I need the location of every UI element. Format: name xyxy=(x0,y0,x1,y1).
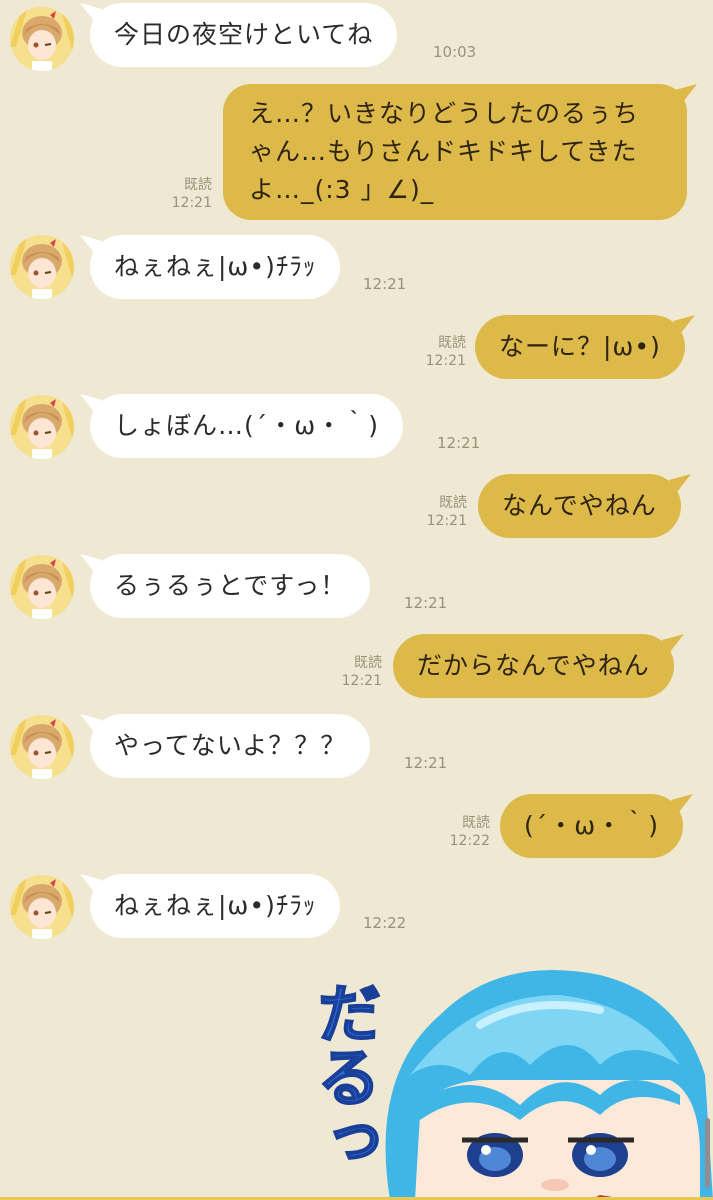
read-receipt: 既読 xyxy=(354,655,382,671)
message-time: 12:21 xyxy=(171,195,212,211)
incoming-message[interactable]: しょぼん…(´・ω・｀) xyxy=(80,394,403,458)
message-text: やってないよ？？？ xyxy=(114,731,347,760)
message-text: ねぇねぇ|ω•)ﾁﾗｯ xyxy=(114,891,317,920)
contact-avatar[interactable] xyxy=(10,7,74,71)
chat-area: 今日の夜空けといてね 10:03 既読 12:21 え…？いきなりどうしたのるぅ… xyxy=(0,0,713,1200)
message-text: るぅるぅとですっ！ xyxy=(114,571,347,600)
sticker-image[interactable]: だるっ xyxy=(300,955,713,1200)
bubble-tail-icon xyxy=(80,3,102,21)
outgoing-message[interactable]: だからなんでやねん xyxy=(393,634,684,698)
message-text: ねぇねぇ|ω•)ﾁﾗｯ xyxy=(114,252,317,281)
bubble-tail-icon xyxy=(675,84,697,102)
bubble-tail-icon xyxy=(661,634,684,652)
bubble-tail-icon xyxy=(80,874,102,892)
message-time: 12:21 xyxy=(341,673,382,689)
message-time: 12:22 xyxy=(449,833,490,849)
bubble-tail-icon xyxy=(80,714,102,732)
message-time: 12:21 xyxy=(425,353,466,369)
message-meta: 既読 12:22 xyxy=(428,814,490,850)
message-time: 12:21 xyxy=(363,275,407,293)
bubble-tail-icon xyxy=(80,235,102,253)
incoming-message[interactable]: やってないよ？？？ xyxy=(80,714,371,778)
message-time: 12:22 xyxy=(363,914,407,932)
bubble-tail-icon xyxy=(80,554,102,572)
contact-avatar[interactable] xyxy=(10,395,74,459)
message-text: なーに？|ω•) xyxy=(499,332,661,361)
message-meta: 既読 12:21 xyxy=(405,494,467,530)
incoming-message[interactable]: 今日の夜空けといてね xyxy=(80,3,398,67)
outgoing-message[interactable]: なんでやねん xyxy=(478,474,691,538)
bubble-tail-icon xyxy=(670,794,693,812)
incoming-message[interactable]: るぅるぅとですっ！ xyxy=(80,554,371,618)
message-text: しょぼん…(´・ω・｀) xyxy=(114,411,379,440)
scrollbar[interactable] xyxy=(705,1118,710,1188)
message-text: (´・ω・｀) xyxy=(524,811,659,840)
avatar-icon xyxy=(10,7,74,71)
message-text: なんでやねん xyxy=(502,491,657,520)
message-text: え…？いきなりどうしたのるぅちゃん…もりさんドキドキしてきたよ…_(:3 」∠)… xyxy=(249,99,640,204)
outgoing-message[interactable]: (´・ω・｀) xyxy=(500,794,693,858)
message-meta: 既読 12:21 xyxy=(150,176,212,212)
message-time: 12:21 xyxy=(426,513,467,529)
incoming-message[interactable]: ねぇねぇ|ω•)ﾁﾗｯ xyxy=(80,235,341,299)
outgoing-message[interactable]: なーに？|ω•) xyxy=(475,315,695,379)
contact-avatar[interactable] xyxy=(10,235,74,299)
outgoing-message[interactable]: え…？いきなりどうしたのるぅちゃん…もりさんドキドキしてきたよ…_(:3 」∠)… xyxy=(223,84,697,220)
message-meta: 既読 12:21 xyxy=(404,334,466,370)
read-receipt: 既読 xyxy=(439,495,467,511)
message-time: 12:21 xyxy=(404,594,448,612)
message-text: だからなんでやねん xyxy=(417,651,650,680)
bubble-tail-icon xyxy=(668,474,691,492)
contact-avatar[interactable] xyxy=(10,555,74,619)
avatar-icon xyxy=(10,235,74,299)
read-receipt: 既読 xyxy=(462,815,490,831)
message-text: 今日の夜空けといてね xyxy=(114,20,374,49)
message-meta: 既読 12:21 xyxy=(320,654,382,690)
avatar-icon xyxy=(10,875,74,939)
avatar-icon xyxy=(10,555,74,619)
message-time: 10:03 xyxy=(433,43,477,61)
read-receipt: 既読 xyxy=(184,177,212,193)
incoming-message[interactable]: ねぇねぇ|ω•)ﾁﾗｯ xyxy=(80,874,341,938)
message-time: 12:21 xyxy=(437,434,481,452)
avatar-icon xyxy=(10,395,74,459)
bubble-tail-icon xyxy=(672,315,695,333)
message-time: 12:21 xyxy=(404,754,448,772)
contact-avatar[interactable] xyxy=(10,875,74,939)
avatar-icon xyxy=(10,715,74,779)
contact-avatar[interactable] xyxy=(10,715,74,779)
bubble-tail-icon xyxy=(80,394,102,412)
sticker-text: だるっ xyxy=(305,979,381,1173)
read-receipt: 既読 xyxy=(438,335,466,351)
